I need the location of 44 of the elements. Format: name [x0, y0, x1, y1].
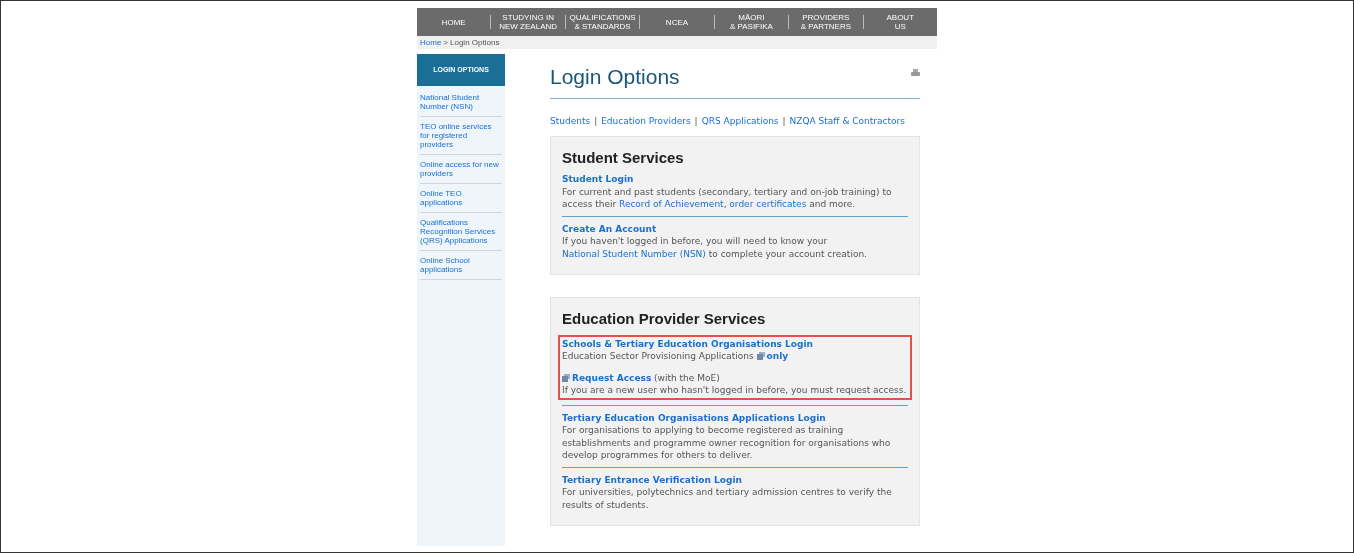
- text-link[interactable]: Request Access: [572, 372, 652, 383]
- text-link[interactable]: National Student Number (NSN): [562, 248, 706, 259]
- nav-link[interactable]: STUDYING IN NEW ZEALAND: [491, 13, 565, 31]
- anchor-link[interactable]: Students: [550, 115, 591, 129]
- text-link[interactable]: Record of Achievement: [619, 199, 724, 209]
- entry-description: If you are a new user who hasn't logged in before, you must request access.: [562, 384, 908, 397]
- nav-link[interactable]: NCEA: [640, 17, 714, 27]
- entry-description: If you haven't logged in before, you will need to know your National Student Number (NSN) to complete your account creation.: [562, 235, 868, 260]
- breadcrumb-current: Login Options: [450, 36, 500, 49]
- service-link[interactable]: Tertiary Education Organisations Applications Login: [562, 411, 826, 424]
- link-separator: |: [782, 115, 786, 128]
- sidebar-link[interactable]: Online School applications: [420, 251, 502, 280]
- nav-link[interactable]: HOME: [417, 17, 491, 27]
- service-link[interactable]: Create An Account: [562, 222, 657, 235]
- page-title: Login Options: [550, 64, 680, 90]
- nav-link[interactable]: PROVIDERS & PARTNERS: [789, 13, 863, 31]
- text-link[interactable]: order certificates: [729, 199, 807, 209]
- entry-description: Education Sector Provisioning Applications only: [562, 350, 790, 363]
- sidebar-link[interactable]: Online TEO applications: [420, 184, 502, 213]
- sidebar-link[interactable]: Qualifications Recognition Services (QRS) Applications: [420, 213, 502, 251]
- section-heading: Student Services: [562, 147, 685, 168]
- anchor-link[interactable]: Education Providers: [601, 115, 691, 129]
- service-link[interactable]: Student Login: [562, 173, 634, 186]
- sidebar-link[interactable]: TEO online services for registered providers: [420, 117, 502, 155]
- section-heading: Education Provider Services: [562, 309, 767, 329]
- breadcrumb-link[interactable]: Home: [420, 36, 442, 49]
- link-separator: |: [694, 115, 698, 128]
- sidebar-link[interactable]: Online access for new providers: [420, 155, 502, 184]
- nav-link[interactable]: ABOUT US: [863, 13, 937, 31]
- entry-description: For current and past students (secondary, tertiary and on-job training) to access their Record of Achievement, order certificates and more.: [562, 185, 893, 211]
- link-separator: |: [594, 115, 598, 128]
- nav-link[interactable]: QUALIFICATIONS & STANDARDS: [565, 13, 640, 31]
- anchor-link[interactable]: QRS Applications: [701, 115, 779, 129]
- entry-title: Request Access (with the MoE): [562, 371, 908, 384]
- service-link[interactable]: Tertiary Entrance Verification Login: [562, 473, 742, 486]
- sidebar-link[interactable]: National Student Number (NSN): [420, 88, 502, 117]
- nav-link[interactable]: MĀORI & PASIFIKA: [714, 13, 789, 31]
- anchor-link[interactable]: NZQA Staff & Contractors: [789, 115, 905, 129]
- text-link[interactable]: only: [766, 351, 789, 361]
- print-icon[interactable]: [911, 69, 920, 77]
- entry-description: For organisations to applying to become registered as training establishments and programme owner recognition for organisations who develop programmes for others to deliver.: [562, 424, 892, 462]
- breadcrumb-separator: >: [443, 36, 448, 49]
- service-link[interactable]: Schools & Tertiary Education Organisations Login: [562, 337, 813, 350]
- entry-description: For universities, polytechnics and tertiary admission centres to verify the results of students.: [562, 486, 893, 511]
